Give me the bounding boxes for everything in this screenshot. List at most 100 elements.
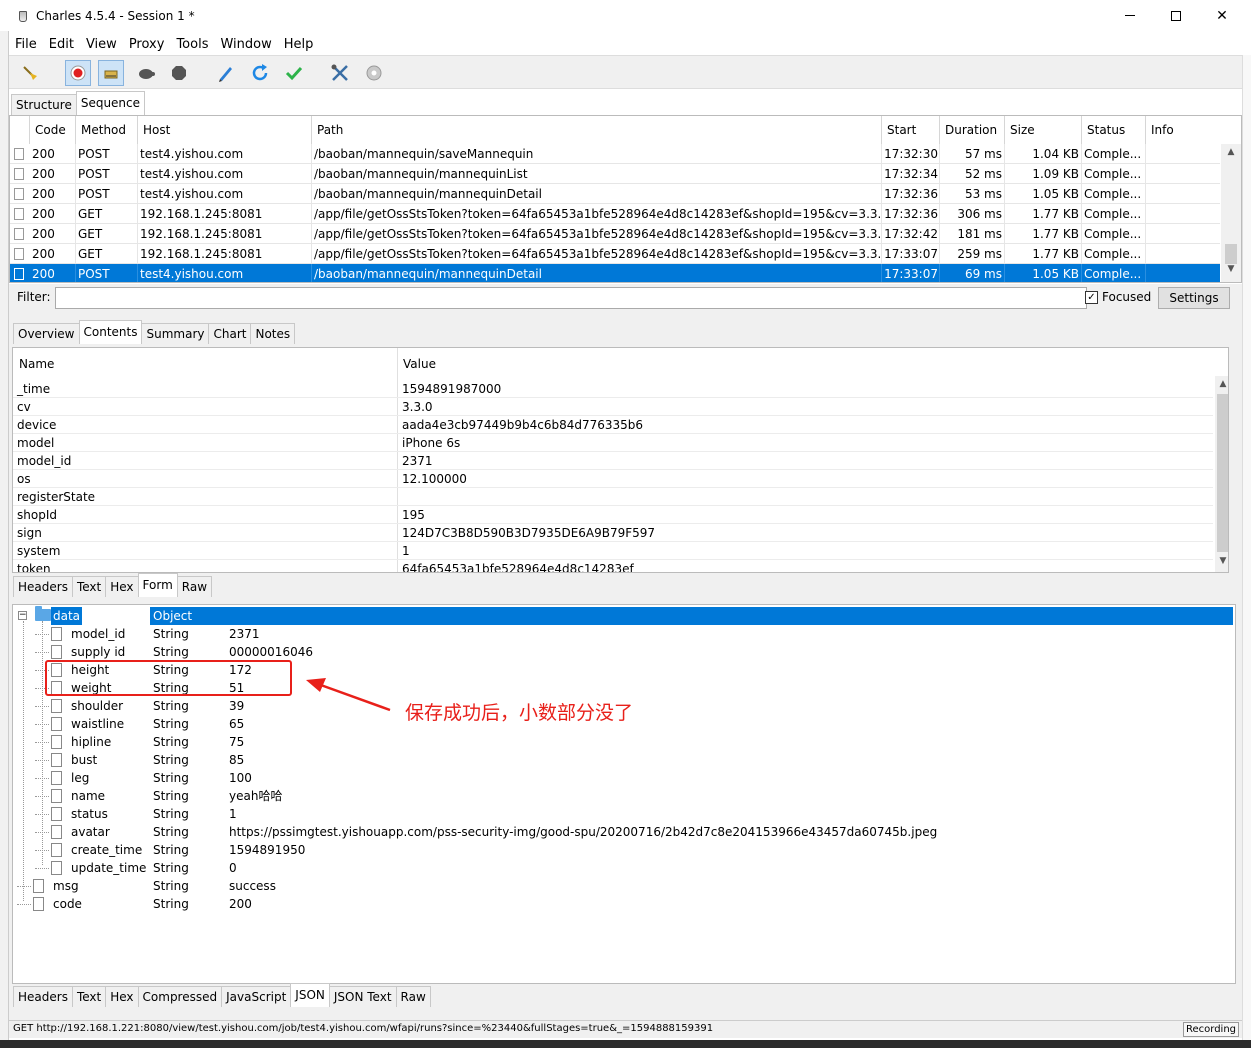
tab-structure[interactable]: Structure xyxy=(11,94,77,115)
scroll-down-arrow[interactable]: ▼ xyxy=(1223,264,1239,274)
tree-row[interactable]: avatar String https://pssimgtest.yishouapp… xyxy=(13,823,1233,841)
tree-row-data[interactable]: − data Object xyxy=(13,606,1233,625)
tab-summary[interactable]: Summary xyxy=(141,323,210,344)
form-col-value[interactable]: Value xyxy=(403,348,436,380)
tree-node-name: code xyxy=(53,897,82,911)
refresh-icon[interactable] xyxy=(247,60,273,86)
form-row[interactable]: system 1 xyxy=(13,542,1213,560)
close-button[interactable]: ✕ xyxy=(1199,0,1245,31)
col-host[interactable]: Host xyxy=(138,116,312,144)
col-start[interactable]: Start xyxy=(882,116,940,144)
broom-icon[interactable] xyxy=(17,60,43,86)
col-code[interactable]: Code xyxy=(30,116,76,144)
sequence-scrollbar[interactable]: ▲ ▼ xyxy=(1221,144,1241,282)
filter-input[interactable] xyxy=(55,287,1087,309)
collapse-icon[interactable]: − xyxy=(18,611,27,620)
menu-window[interactable]: Window xyxy=(214,37,277,52)
col-size[interactable]: Size xyxy=(1005,116,1082,144)
tab-req-raw[interactable]: Raw xyxy=(176,576,213,597)
col-duration[interactable]: Duration xyxy=(940,116,1005,144)
cell-size: 1.04 KB xyxy=(1032,147,1079,161)
scroll-up-arrow[interactable]: ▲ xyxy=(1223,147,1239,157)
tab-res-json[interactable]: JSON xyxy=(290,983,330,1007)
form-scrollbar[interactable]: ▲ ▼ xyxy=(1215,376,1228,572)
tree-row[interactable]: status String 1 xyxy=(13,805,1233,823)
tab-res-json-text[interactable]: JSON Text xyxy=(328,986,397,1007)
tree-row[interactable]: hipline String 75 xyxy=(13,733,1233,751)
scroll-down-arrow[interactable]: ▼ xyxy=(1215,556,1228,566)
tree-row[interactable]: leg String 100 xyxy=(13,769,1233,787)
col-status[interactable]: Status xyxy=(1082,116,1146,144)
table-row[interactable]: 200 POST test4.yishou.com/baoban/mannequin… xyxy=(10,144,1220,164)
form-row[interactable]: sign 124D7C3B8D590B3D7935DE6A9B79F597 xyxy=(13,524,1213,542)
tab-res-text[interactable]: Text xyxy=(71,986,107,1007)
form-table: Name Value _time 1594891987000 cv 3.3.0 devi… xyxy=(12,347,1229,573)
menu-file[interactable]: File xyxy=(9,37,43,52)
tab-sequence[interactable]: Sequence xyxy=(75,91,146,115)
recording-button[interactable]: Recording xyxy=(1183,1022,1239,1037)
form-row[interactable]: device aada4e3cb97449b9b4c6b84d776335b6 xyxy=(13,416,1213,434)
form-row[interactable]: model iPhone 6s xyxy=(13,434,1213,452)
tree-row[interactable]: code String 200 xyxy=(13,895,1233,913)
form-row[interactable]: _time 1594891987000 xyxy=(13,380,1213,398)
stop-icon[interactable] xyxy=(166,60,192,86)
tab-req-text[interactable]: Text xyxy=(71,576,107,597)
cell-path: /baoban/mannequin/saveMannequin xyxy=(314,147,534,161)
tab-res-compressed[interactable]: Compressed xyxy=(137,986,223,1007)
tree-row[interactable]: update_time String 0 xyxy=(13,859,1233,877)
scrollbar-thumb[interactable] xyxy=(1225,244,1237,264)
tools-icon[interactable] xyxy=(327,60,353,86)
settings-gear-icon[interactable] xyxy=(361,60,387,86)
cell-host: test4.yishou.com xyxy=(140,167,244,181)
form-row[interactable]: registerState xyxy=(13,488,1213,506)
form-row[interactable]: cv 3.3.0 xyxy=(13,398,1213,416)
form-row[interactable]: os 12.100000 xyxy=(13,470,1213,488)
record-icon[interactable] xyxy=(65,60,91,86)
tab-notes[interactable]: Notes xyxy=(250,323,296,344)
tab-res-headers[interactable]: Headers xyxy=(13,986,73,1007)
check-icon[interactable] xyxy=(281,60,307,86)
menu-proxy[interactable]: Proxy xyxy=(123,37,171,52)
tab-overview[interactable]: Overview xyxy=(13,323,80,344)
minimize-button[interactable] xyxy=(1107,0,1153,31)
tree-row[interactable]: create_time String 1594891950 xyxy=(13,841,1233,859)
tree-row[interactable]: model_id String 2371 xyxy=(13,625,1233,643)
scrollbar-thumb[interactable] xyxy=(1217,394,1228,552)
tree-row[interactable]: supply id String 00000016046 xyxy=(13,643,1233,661)
tree-row[interactable]: name String yeah哈哈 xyxy=(13,787,1233,805)
tab-res-javascript[interactable]: JavaScript xyxy=(221,986,292,1007)
form-col-name[interactable]: Name xyxy=(19,348,54,380)
scroll-up-arrow[interactable]: ▲ xyxy=(1215,379,1228,389)
menu-tools[interactable]: Tools xyxy=(170,37,214,52)
col-info[interactable]: Info xyxy=(1146,116,1220,144)
table-row[interactable]: 200 GET 192.168.1.245:8081/app/file/getOss… xyxy=(10,244,1220,264)
col-path[interactable]: Path xyxy=(312,116,882,144)
table-row[interactable]: 200 GET 192.168.1.245:8081/app/file/getOss… xyxy=(10,204,1220,224)
tab-req-form[interactable]: Form xyxy=(137,573,178,597)
tree-row[interactable]: bust String 85 xyxy=(13,751,1233,769)
table-row[interactable]: 200 POST test4.yishou.com/baoban/mannequin… xyxy=(10,164,1220,184)
menu-view[interactable]: View xyxy=(80,37,123,52)
pen-icon[interactable] xyxy=(213,60,239,86)
form-row[interactable]: shopId 195 xyxy=(13,506,1213,524)
table-row[interactable]: 200 POST test4.yishou.com/baoban/mannequin… xyxy=(10,264,1220,282)
tree-row[interactable]: msg String success xyxy=(13,877,1233,895)
tab-res-hex[interactable]: Hex xyxy=(105,986,139,1007)
table-row[interactable]: 200 POST test4.yishou.com/baoban/mannequin… xyxy=(10,184,1220,204)
tab-req-hex[interactable]: Hex xyxy=(105,576,139,597)
menu-help[interactable]: Help xyxy=(278,37,320,52)
settings-button[interactable]: Settings xyxy=(1158,287,1230,309)
tab-contents[interactable]: Contents xyxy=(78,320,143,344)
tab-res-raw[interactable]: Raw xyxy=(395,986,431,1007)
maximize-button[interactable] xyxy=(1153,0,1199,31)
focused-checkbox[interactable]: ✓ xyxy=(1085,291,1098,304)
throttle-icon[interactable] xyxy=(98,60,124,86)
form-row[interactable]: token 64fa65453a1bfe528964e4d8c14283ef xyxy=(13,560,1213,572)
form-row[interactable]: model_id 2371 xyxy=(13,452,1213,470)
tab-chart[interactable]: Chart xyxy=(208,323,252,344)
tab-req-headers[interactable]: Headers xyxy=(13,576,73,597)
turtle-icon[interactable] xyxy=(133,60,159,86)
table-row[interactable]: 200 GET 192.168.1.245:8081/app/file/getOss… xyxy=(10,224,1220,244)
col-method[interactable]: Method xyxy=(76,116,138,144)
menu-edit[interactable]: Edit xyxy=(43,37,80,52)
